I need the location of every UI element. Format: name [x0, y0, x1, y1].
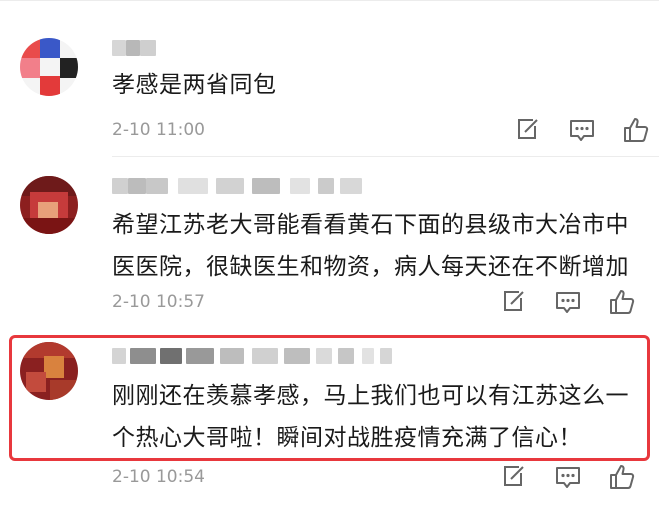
reply-icon[interactable] [499, 463, 527, 491]
comment-time: 2-10 10:54 [112, 467, 205, 487]
avatar[interactable] [20, 342, 78, 400]
comment-text: 希望江苏老大哥能看看黄石下面的县级市大冶市中 医医院，很缺医生和物资，病人每天还… [112, 212, 629, 280]
reply-icon[interactable] [499, 288, 527, 316]
username[interactable] [112, 178, 362, 196]
like-icon[interactable] [608, 288, 636, 316]
username[interactable] [112, 40, 172, 58]
comment-actions [496, 288, 646, 316]
reply-icon[interactable] [513, 116, 541, 144]
top-divider [0, 0, 659, 1]
comment-time: 2-10 10:57 [112, 292, 205, 312]
comment-icon[interactable] [554, 288, 582, 316]
username[interactable] [112, 348, 402, 366]
comment-icon[interactable] [568, 116, 596, 144]
avatar[interactable] [20, 38, 78, 96]
avatar[interactable] [20, 176, 78, 234]
like-icon[interactable] [608, 463, 636, 491]
comment-actions [496, 463, 646, 491]
comment-actions [510, 116, 650, 144]
like-icon[interactable] [622, 116, 650, 144]
comment-divider [112, 156, 659, 157]
comment-text: 刚刚还在羡慕孝感，马上我们也可以有江苏这么一 个热心大哥啦！瞬间对战胜疫情充满了… [112, 383, 629, 451]
comment-time: 2-10 11:00 [112, 120, 205, 140]
comment-icon[interactable] [554, 463, 582, 491]
comment-text: 孝感是两省同包 [112, 72, 277, 98]
